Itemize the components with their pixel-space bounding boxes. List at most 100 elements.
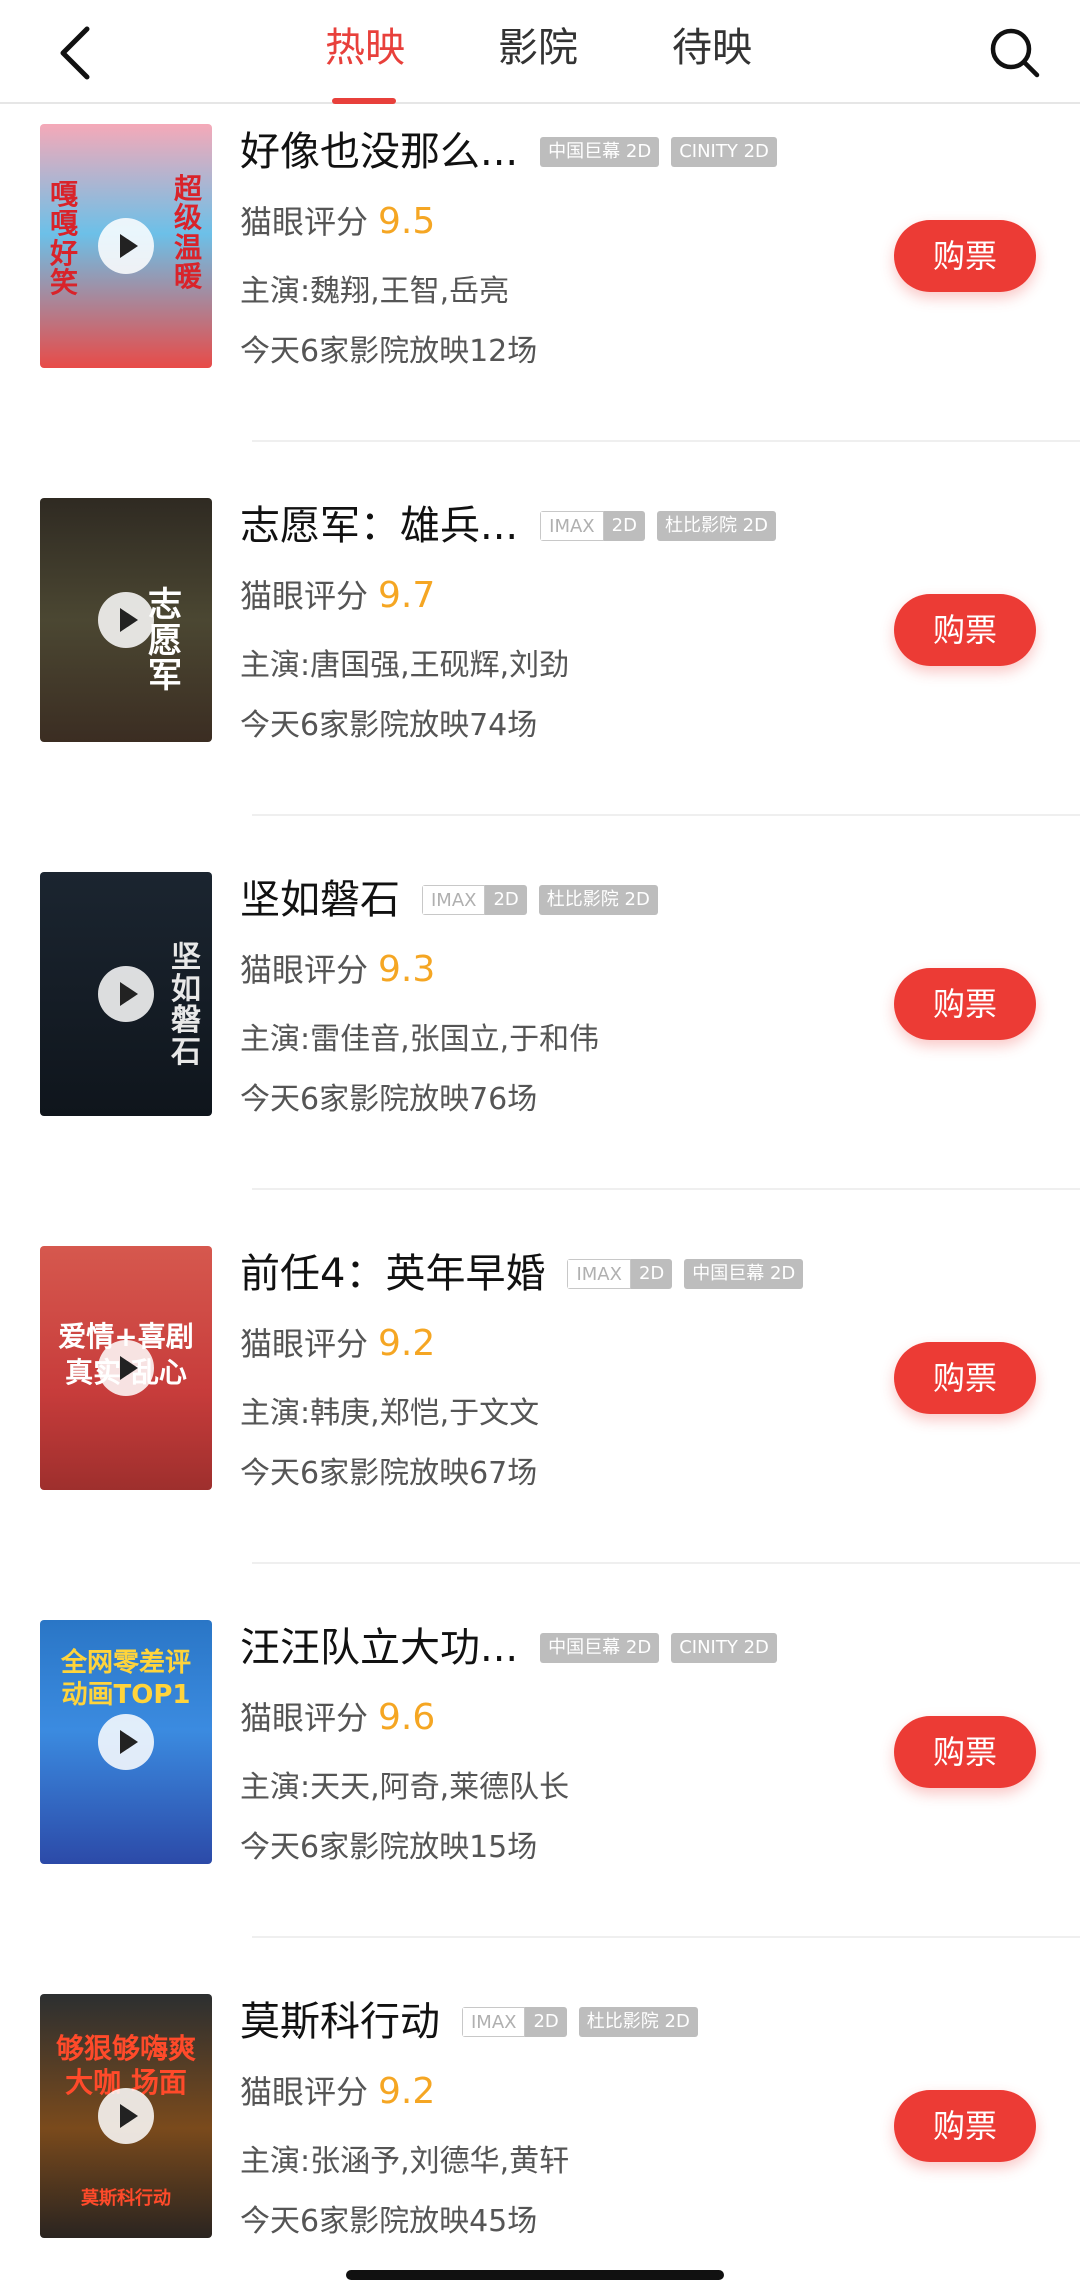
rating-row: 猫眼评分 9.7 [240, 574, 435, 618]
format-tag: IMAX 2D [540, 511, 645, 541]
format-tag-label: 中国巨幕 2D [540, 137, 660, 167]
format-tag-right: 2D [525, 2007, 567, 2037]
rating-value: 9.3 [378, 949, 436, 990]
title-row: 汪汪队立大功... 中国巨幕 2D CINITY 2D [240, 1622, 789, 1674]
search-icon [990, 28, 1040, 78]
rating-value: 9.7 [378, 575, 436, 616]
showtimes-text: 今天6家影院放映12场 [240, 334, 538, 369]
movie-title[interactable]: 志愿军：雄兵... [240, 500, 518, 552]
poster-text: 坚如磐石 [171, 940, 201, 1070]
format-tag-right: 2D [603, 511, 645, 541]
movie-title[interactable]: 坚如磐石 [240, 874, 400, 926]
movie-poster[interactable]: 全网零差评 动画TOP1 [40, 1620, 212, 1864]
rating-label: 猫眼评分 [240, 951, 369, 989]
movie-title[interactable]: 汪汪队立大功... [240, 1622, 518, 1674]
poster-text: 莫斯科行动 [81, 2188, 171, 2209]
cast-text: 主演:唐国强,王砚辉,刘劲 [240, 648, 570, 683]
rating-row: 猫眼评分 9.5 [240, 200, 435, 244]
title-row: 前任4：英年早婚 IMAX 2D 中国巨幕 2D [240, 1248, 815, 1300]
format-tag-right: 2D [485, 885, 527, 915]
divider [252, 1188, 1080, 1190]
movie-item[interactable]: 志愿军 志愿军：雄兵... IMAX 2D 杜比影院 2D 猫眼评分 9.7 主演:唐国强,王… [0, 478, 1080, 852]
rating-label: 猫眼评分 [240, 2073, 369, 2111]
rating-label: 猫眼评分 [240, 577, 369, 615]
movie-poster[interactable]: 爱情+喜剧 真实 乱心 [40, 1246, 212, 1490]
title-row: 好像也没那么... 中国巨幕 2D CINITY 2D [240, 126, 789, 178]
title-row: 莫斯科行动 IMAX 2D 杜比影院 2D [240, 1996, 710, 2048]
chevron-left-icon [60, 26, 90, 80]
rating-row: 猫眼评分 9.2 [240, 1322, 435, 1366]
movie-item[interactable]: 嘎嘎好笑 超级温暖 好像也没那么... 中国巨幕 2D CINITY 2D 猫眼评分 9.5… [0, 104, 1080, 478]
play-button[interactable] [98, 218, 154, 274]
play-button[interactable] [98, 2088, 154, 2144]
buy-ticket-button[interactable]: 购票 [894, 968, 1036, 1040]
buy-ticket-button[interactable]: 购票 [894, 1716, 1036, 1788]
showtimes-text: 今天6家影院放映76场 [240, 1082, 538, 1117]
format-tag: IMAX 2D [567, 1259, 673, 1289]
poster-text: 够狠够嗨爽 [55, 2032, 196, 2065]
tab-cinemas[interactable]: 影院 [478, 22, 598, 82]
app-screen: 热映 影院 待映 嘎嘎好笑 超级温暖 好像也没那么... 中国巨幕 2D CINITY … [0, 0, 1080, 2293]
top-nav-bar: 热映 影院 待映 [0, 0, 1080, 104]
rating-value: 9.2 [378, 1323, 436, 1364]
format-tag: 杜比影院 2D [538, 885, 658, 915]
format-tag: IMAX 2D [422, 885, 527, 915]
play-icon [119, 1730, 138, 1754]
home-indicator [346, 2270, 724, 2280]
format-tag-label: CINITY 2D [671, 1633, 777, 1663]
play-icon [119, 982, 138, 1006]
cast-text: 主演:张涵予,刘德华,黄轩 [240, 2144, 570, 2179]
poster-text: 嘎嘎好笑 [49, 178, 78, 300]
format-tag: IMAX 2D [462, 2007, 567, 2037]
movie-title[interactable]: 好像也没那么... [240, 126, 518, 178]
format-tag-right: 2D [630, 1259, 673, 1289]
poster-text: 超级温暖 [173, 172, 202, 294]
movie-poster[interactable]: 嘎嘎好笑 超级温暖 [40, 124, 212, 368]
movie-item[interactable]: 够狠够嗨爽 大咖 场面 莫斯科行动 莫斯科行动 IMAX 2D 杜比影院 2D 猫眼评分 9.2… [0, 1974, 1080, 2293]
movie-item[interactable]: 坚如磐石 坚如磐石 IMAX 2D 杜比影院 2D 猫眼评分 9.3 主演:雷佳音,张国立,于… [0, 852, 1080, 1226]
buy-ticket-button[interactable]: 购票 [894, 2090, 1036, 2162]
format-tag-left: IMAX [422, 885, 486, 915]
buy-ticket-button[interactable]: 购票 [894, 220, 1036, 292]
play-icon [119, 1356, 138, 1380]
format-tag-label: 中国巨幕 2D [540, 1633, 660, 1663]
format-tag: 杜比影院 2D [656, 511, 776, 541]
play-icon [119, 234, 138, 258]
format-tag-label: 杜比影院 2D [538, 885, 658, 915]
format-tag: 中国巨幕 2D [540, 1633, 660, 1663]
movie-poster[interactable]: 坚如磐石 [40, 872, 212, 1116]
search-button[interactable] [980, 18, 1050, 88]
rating-value: 9.6 [378, 1697, 436, 1738]
showtimes-text: 今天6家影院放映15场 [240, 1830, 538, 1865]
cast-text: 主演:雷佳音,张国立,于和伟 [240, 1022, 600, 1057]
divider [252, 1936, 1080, 1938]
format-tag-label: 中国巨幕 2D [684, 1259, 804, 1289]
play-icon [119, 608, 138, 632]
play-button[interactable] [98, 592, 154, 648]
play-button[interactable] [98, 966, 154, 1022]
poster-text: 全网零差评 [60, 1648, 191, 1678]
divider [252, 814, 1080, 816]
play-button[interactable] [98, 1340, 154, 1396]
format-tag: 杜比影院 2D [578, 2007, 698, 2037]
movie-poster[interactable]: 志愿军 [40, 498, 212, 742]
rating-row: 猫眼评分 9.2 [240, 2070, 435, 2114]
movie-item[interactable]: 全网零差评 动画TOP1 汪汪队立大功... 中国巨幕 2D CINITY 2D 猫眼评分… [0, 1600, 1080, 1974]
tab-coming-soon[interactable]: 待映 [652, 22, 772, 82]
movie-title[interactable]: 莫斯科行动 [240, 1996, 440, 2048]
back-button[interactable] [40, 18, 110, 88]
tab-now-showing[interactable]: 热映 [305, 22, 425, 82]
showtimes-text: 今天6家影院放映74场 [240, 708, 538, 743]
buy-ticket-button[interactable]: 购票 [894, 594, 1036, 666]
format-tag-label: CINITY 2D [671, 137, 777, 167]
movie-poster[interactable]: 够狠够嗨爽 大咖 场面 莫斯科行动 [40, 1994, 212, 2238]
format-tag: 中国巨幕 2D [684, 1259, 804, 1289]
buy-ticket-button[interactable]: 购票 [894, 1342, 1036, 1414]
movie-title[interactable]: 前任4：英年早婚 [240, 1248, 545, 1300]
movie-item[interactable]: 爱情+喜剧 真实 乱心 前任4：英年早婚 IMAX 2D 中国巨幕 2D 猫眼评分 9.2 主演… [0, 1226, 1080, 1600]
title-row: 志愿军：雄兵... IMAX 2D 杜比影院 2D [240, 500, 788, 552]
format-tag-left: IMAX [567, 1259, 631, 1289]
rating-value: 9.2 [378, 2071, 436, 2112]
rating-label: 猫眼评分 [240, 203, 369, 241]
play-button[interactable] [98, 1714, 154, 1770]
